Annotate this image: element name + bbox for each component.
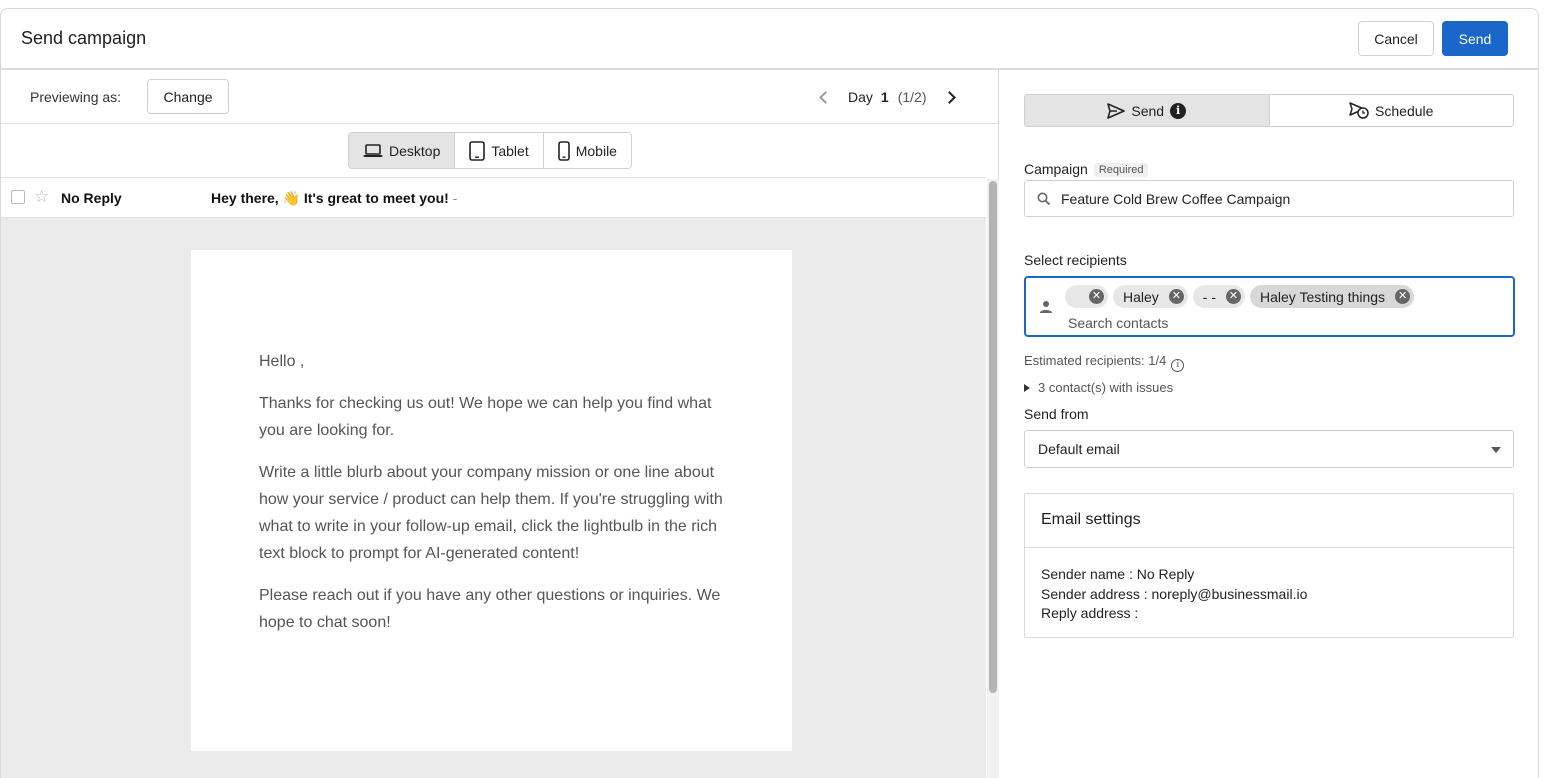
chevron-left-icon[interactable] <box>819 90 832 104</box>
preview-pane: Previewing as: Change Day 1 (1/2) Deskto… <box>1 70 999 778</box>
preview-toolbar: Previewing as: Change Day 1 (1/2) <box>1 70 999 124</box>
caret-right-icon <box>1024 384 1030 392</box>
reply-address: Reply address : <box>1041 605 1139 621</box>
tablet-icon <box>469 140 486 161</box>
dropdown-caret-icon <box>1491 447 1501 453</box>
star-icon[interactable]: ☆ <box>34 187 49 207</box>
email-settings-title: Email settings <box>1025 494 1513 548</box>
recipients-input[interactable]: ✕ Haley ✕ - - ✕ Haley Testing things ✕ Sear… <box>1024 276 1515 337</box>
email-settings-body: Sender name : No Reply Sender address : … <box>1025 548 1513 641</box>
email-paragraph: Write a little blurb about your company … <box>259 464 723 562</box>
device-toggle: Desktop Tablet Mobile <box>348 132 632 169</box>
day-navigator: Day 1 (1/2) <box>819 87 956 107</box>
cancel-button[interactable]: Cancel <box>1358 21 1434 56</box>
mobile-icon <box>557 140 570 161</box>
required-badge: Required <box>1093 163 1149 177</box>
chevron-right-icon[interactable] <box>942 90 956 104</box>
sender-name: Sender name : No Reply <box>1041 566 1195 582</box>
tab-send[interactable]: Send i <box>1025 95 1270 126</box>
recipient-chip[interactable]: ✕ <box>1065 285 1108 308</box>
chip-label: Haley Testing things <box>1260 288 1386 305</box>
send-from-label: Send from <box>1024 406 1089 422</box>
email-subject-suffix: - <box>452 190 458 206</box>
recipient-chip[interactable]: Haley Testing things ✕ <box>1250 285 1415 308</box>
device-tablet-label: Tablet <box>491 142 529 159</box>
page-title: Send campaign <box>21 28 147 48</box>
schedule-send-icon <box>1349 102 1369 119</box>
send-campaign-dialog: Send campaign Cancel Send Previewing as:… <box>0 8 1539 778</box>
send-mode-toggle: Send i Schedule <box>1024 94 1514 127</box>
campaign-search-field[interactable]: Feature Cold Brew Coffee Campaign <box>1024 180 1514 217</box>
previewing-as-label: Previewing as: <box>30 89 122 105</box>
chip-label: Haley <box>1123 288 1159 305</box>
device-tablet[interactable]: Tablet <box>455 133 544 168</box>
email-paragraph: Hello , <box>259 353 305 370</box>
scrollbar-thumb[interactable] <box>989 181 997 693</box>
contacts-issues-text: 3 contact(s) with issues <box>1038 380 1174 395</box>
remove-chip-icon[interactable]: ✕ <box>1168 289 1184 304</box>
tab-send-label: Send <box>1131 102 1165 119</box>
campaign-label: Campaign Required <box>1024 161 1149 177</box>
send-from-value: Default email <box>1038 441 1120 457</box>
device-desktop[interactable]: Desktop <box>349 133 456 168</box>
info-icon[interactable]: i <box>1170 102 1187 119</box>
search-icon <box>1037 192 1051 205</box>
laptop-icon <box>363 143 383 157</box>
recipient-chip[interactable]: Haley ✕ <box>1113 285 1188 308</box>
tab-schedule-label: Schedule <box>1375 102 1434 119</box>
campaign-label-text: Campaign <box>1024 161 1088 177</box>
email-preview-canvas: Hello , Thanks for checking us out! We h… <box>1 218 986 778</box>
send-button[interactable]: Send <box>1442 21 1508 56</box>
send-from-select[interactable]: Default email <box>1024 430 1514 468</box>
day-fraction: (1/2) <box>897 89 927 105</box>
device-mobile-label: Mobile <box>575 142 617 159</box>
remove-chip-icon[interactable]: ✕ <box>1089 289 1104 304</box>
tab-schedule[interactable]: Schedule <box>1270 95 1514 126</box>
email-settings-card: Email settings Sender name : No Reply Se… <box>1024 493 1514 638</box>
remove-chip-icon[interactable]: ✕ <box>1226 289 1242 304</box>
change-contact-button[interactable]: Change <box>147 79 229 114</box>
campaign-value: Feature Cold Brew Coffee Campaign <box>1061 190 1291 207</box>
recipients-label: Select recipients <box>1024 252 1127 268</box>
device-mobile[interactable]: Mobile <box>543 133 631 168</box>
person-icon <box>1040 301 1052 313</box>
estimated-recipients: Estimated recipients: 1/4 i <box>1024 353 1185 372</box>
search-contacts-input[interactable]: Search contacts <box>1068 315 1168 331</box>
recipient-chip[interactable]: - - ✕ <box>1192 285 1246 308</box>
row-checkbox[interactable] <box>11 190 25 204</box>
paper-plane-icon <box>1107 102 1126 119</box>
sender-address: Sender address : noreply@businessmail.io <box>1041 585 1308 602</box>
email-paragraph: Please reach out if you have any other q… <box>259 587 721 631</box>
email-subject-text: Hey there, 👋 It's great to meet you! <box>211 190 449 206</box>
contacts-issues-toggle[interactable]: 3 contact(s) with issues <box>1024 380 1173 395</box>
chip-label: - - <box>1202 288 1217 305</box>
remove-chip-icon[interactable]: ✕ <box>1395 289 1411 304</box>
email-body: Hello , Thanks for checking us out! We h… <box>191 250 792 751</box>
preview-scrollbar[interactable] <box>987 179 999 778</box>
send-settings-panel: Send i Schedule Campaign Required Feature… <box>1000 70 1538 778</box>
device-desktop-label: Desktop <box>389 142 441 159</box>
email-sender: No Reply <box>61 190 122 206</box>
recipient-chips: ✕ Haley ✕ - - ✕ Haley Testing things ✕ <box>1065 285 1415 308</box>
dialog-header: Send campaign Cancel Send <box>1 9 1538 70</box>
day-number: 1 <box>880 89 889 105</box>
email-subject: Hey there, 👋 It's great to meet you! - <box>211 190 457 207</box>
email-list-row: ☆ No Reply Hey there, 👋 It's great to me… <box>1 177 986 218</box>
estimated-recipients-text: Estimated recipients: 1/4 <box>1024 353 1167 368</box>
email-paragraph: Thanks for checking us out! We hope we c… <box>259 395 712 439</box>
day-label: Day <box>848 89 873 105</box>
info-outline-icon[interactable]: i <box>1171 358 1185 372</box>
